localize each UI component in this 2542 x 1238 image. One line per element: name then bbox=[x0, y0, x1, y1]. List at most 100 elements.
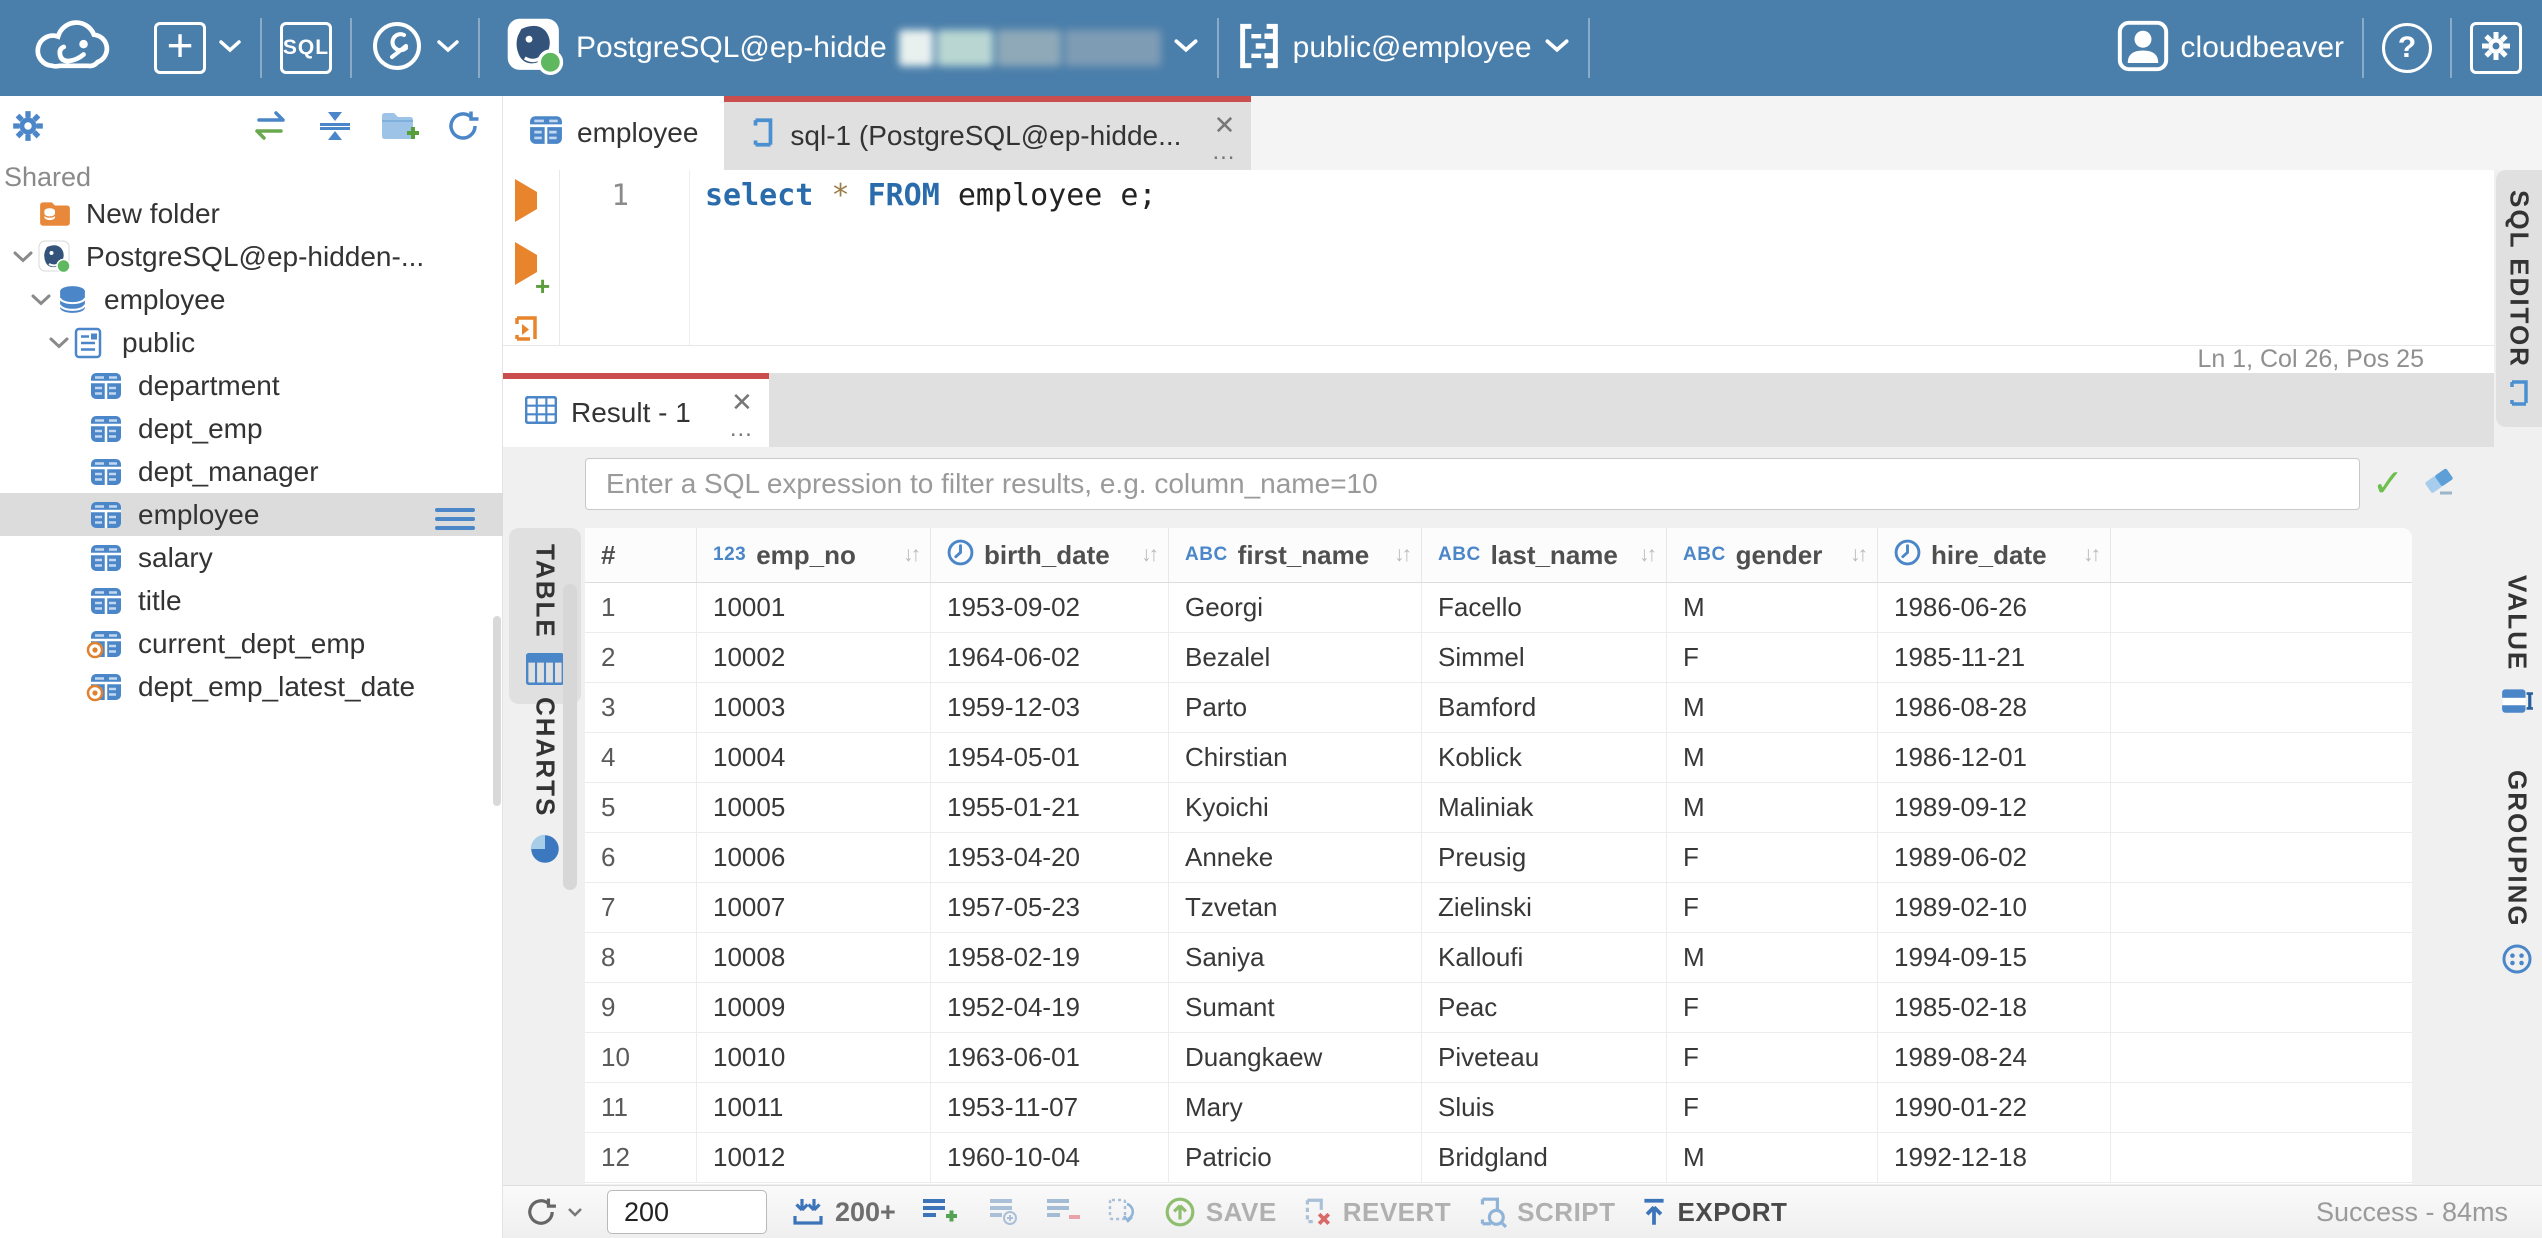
table-row[interactable]: 3 10003 1959-12-03 Parto Bamford M 1986-08-28 bbox=[585, 683, 2412, 733]
data-cell[interactable]: Zielinski bbox=[1422, 883, 1667, 932]
data-cell[interactable]: 10002 bbox=[697, 633, 931, 682]
column-header-last_name[interactable]: ABC last_name ↓↑ bbox=[1422, 528, 1667, 582]
add-row-button[interactable] bbox=[920, 1194, 958, 1231]
data-cell[interactable]: 1986-08-28 bbox=[1878, 683, 2111, 732]
schema-selector[interactable]: public@employee bbox=[1237, 22, 1570, 75]
save-button[interactable]: SAVE bbox=[1164, 1196, 1277, 1228]
tab-sql-editor-vertical[interactable]: SQL EDITOR bbox=[2496, 170, 2542, 427]
data-cell[interactable]: Piveteau bbox=[1422, 1033, 1667, 1082]
settings-button[interactable] bbox=[2470, 22, 2522, 74]
data-cell[interactable]: M bbox=[1667, 933, 1878, 982]
open-sql-editor-button[interactable]: SQL bbox=[280, 22, 332, 74]
table-row[interactable]: 12 10012 1960-10-04 Patricio Bridgland M 1992-… bbox=[585, 1133, 2412, 1183]
data-cell[interactable]: 10012 bbox=[697, 1133, 931, 1182]
data-cell[interactable]: Peac bbox=[1422, 983, 1667, 1032]
data-cell[interactable]: Bamford bbox=[1422, 683, 1667, 732]
data-cell[interactable]: 10005 bbox=[697, 783, 931, 832]
connection-selector[interactable]: PostgreSQL@ep-hidde bbox=[506, 17, 1199, 80]
table-row[interactable]: 10 10010 1963-06-01 Duangkaew Piveteau F 1989-… bbox=[585, 1033, 2412, 1083]
data-cell[interactable]: 10006 bbox=[697, 833, 931, 882]
tree-item-new-folder[interactable]: New folder bbox=[0, 192, 503, 235]
data-cell[interactable]: Sumant bbox=[1169, 983, 1422, 1032]
tree-item-title[interactable]: title bbox=[0, 579, 503, 622]
data-cell[interactable]: 10009 bbox=[697, 983, 931, 1032]
close-icon[interactable]: ✕ bbox=[731, 387, 753, 418]
data-cell[interactable]: 1989-06-02 bbox=[1878, 833, 2111, 882]
table-row[interactable]: 1 10001 1953-09-02 Georgi Facello M 1986-06-26 bbox=[585, 583, 2412, 633]
row-limit-input[interactable] bbox=[607, 1190, 767, 1234]
fetch-more-button[interactable]: 200+ bbox=[791, 1196, 896, 1228]
row-actions-menu-icon[interactable] bbox=[435, 503, 475, 535]
tree-item-public[interactable]: public bbox=[0, 321, 503, 364]
tree-item-dept-emp-latest-date[interactable]: dept_emp_latest_date bbox=[0, 665, 503, 708]
table-row[interactable]: 11 10011 1953-11-07 Mary Sluis F 1990-01-22 bbox=[585, 1083, 2412, 1133]
data-cell[interactable]: 1989-09-12 bbox=[1878, 783, 2111, 832]
duplicate-row-button[interactable] bbox=[982, 1194, 1020, 1231]
data-cell[interactable]: 10011 bbox=[697, 1083, 931, 1132]
collapse-all-icon[interactable] bbox=[317, 109, 353, 148]
data-cell[interactable]: 1985-02-18 bbox=[1878, 983, 2111, 1032]
tab-grouping[interactable]: GROUPING bbox=[2494, 770, 2540, 981]
data-cell[interactable]: 10003 bbox=[697, 683, 931, 732]
data-cell[interactable]: 1953-11-07 bbox=[931, 1083, 1169, 1132]
user-menu[interactable]: cloudbeaver bbox=[2117, 20, 2344, 77]
data-cell[interactable]: M bbox=[1667, 1133, 1878, 1182]
delete-row-button[interactable] bbox=[1044, 1194, 1082, 1231]
table-row[interactable]: 6 10006 1953-04-20 Anneke Preusig F 1989-06-02 bbox=[585, 833, 2412, 883]
sort-toggle-icon[interactable]: ↓↑ bbox=[2083, 543, 2101, 567]
data-cell[interactable]: Mary bbox=[1169, 1083, 1422, 1132]
data-cell[interactable]: M bbox=[1667, 733, 1878, 782]
column-header-hire_date[interactable]: hire_date ↓↑ bbox=[1878, 528, 2111, 582]
tab-employee[interactable]: employee bbox=[503, 96, 725, 170]
data-cell[interactable]: 10010 bbox=[697, 1033, 931, 1082]
tree-item-dept-manager[interactable]: dept_manager bbox=[0, 450, 503, 493]
expand-chevron-icon[interactable] bbox=[8, 250, 38, 263]
close-icon[interactable]: ✕ bbox=[1214, 110, 1236, 141]
data-cell[interactable]: Kalloufi bbox=[1422, 933, 1667, 982]
sidebar-scrollbar[interactable] bbox=[493, 616, 501, 806]
clear-filter-eraser-icon[interactable] bbox=[2423, 465, 2457, 502]
tab-value[interactable]: VALUE bbox=[2494, 575, 2540, 722]
data-cell[interactable]: M bbox=[1667, 583, 1878, 632]
table-row[interactable]: 2 10002 1964-06-02 Bezalel Simmel F 1985-11-21 bbox=[585, 633, 2412, 683]
data-cell[interactable]: 1955-01-21 bbox=[931, 783, 1169, 832]
data-cell[interactable]: 1954-05-01 bbox=[931, 733, 1169, 782]
tree-item-salary[interactable]: salary bbox=[0, 536, 503, 579]
data-cell[interactable]: Anneke bbox=[1169, 833, 1422, 882]
data-cell[interactable]: 10008 bbox=[697, 933, 931, 982]
data-cell[interactable]: 1989-02-10 bbox=[1878, 883, 2111, 932]
data-cell[interactable]: Kyoichi bbox=[1169, 783, 1422, 832]
data-cell[interactable]: 1960-10-04 bbox=[931, 1133, 1169, 1182]
data-cell[interactable]: 1994-09-15 bbox=[1878, 933, 2111, 982]
execute-new-tab-button[interactable]: + bbox=[515, 242, 550, 301]
filter-input[interactable] bbox=[585, 458, 2360, 510]
data-cell[interactable]: Bezalel bbox=[1169, 633, 1422, 682]
data-cell[interactable]: Saniya bbox=[1169, 933, 1422, 982]
grid-scrollbar[interactable] bbox=[563, 584, 577, 890]
data-cell[interactable]: 1957-05-23 bbox=[931, 883, 1169, 932]
apply-filter-check-icon[interactable]: ✓ bbox=[2372, 461, 2404, 506]
column-header-gender[interactable]: ABC gender ↓↑ bbox=[1667, 528, 1878, 582]
data-cell[interactable]: Patricio bbox=[1169, 1133, 1422, 1182]
data-cell[interactable]: Simmel bbox=[1422, 633, 1667, 682]
data-cell[interactable]: F bbox=[1667, 1083, 1878, 1132]
data-cell[interactable]: Chirstian bbox=[1169, 733, 1422, 782]
data-cell[interactable]: 1952-04-19 bbox=[931, 983, 1169, 1032]
data-cell[interactable]: Sluis bbox=[1422, 1083, 1667, 1132]
data-cell[interactable]: 1963-06-01 bbox=[931, 1033, 1169, 1082]
data-cell[interactable]: Tzvetan bbox=[1169, 883, 1422, 932]
execute-query-button[interactable] bbox=[515, 179, 537, 222]
data-cell[interactable]: 1964-06-02 bbox=[931, 633, 1169, 682]
data-cell[interactable]: 1989-08-24 bbox=[1878, 1033, 2111, 1082]
export-button[interactable]: EXPORT bbox=[1640, 1196, 1788, 1228]
tree-item-current-dept-emp[interactable]: current_dept_emp bbox=[0, 622, 503, 665]
data-cell[interactable]: Georgi bbox=[1169, 583, 1422, 632]
sort-toggle-icon[interactable]: ↓↑ bbox=[903, 543, 921, 567]
data-cell[interactable]: F bbox=[1667, 1033, 1878, 1082]
data-cell[interactable]: 10007 bbox=[697, 883, 931, 932]
new-connection-button[interactable]: + bbox=[154, 22, 242, 74]
sync-connection-icon[interactable] bbox=[249, 109, 291, 148]
table-row[interactable]: 5 10005 1955-01-21 Kyoichi Maliniak M 1989-09-… bbox=[585, 783, 2412, 833]
data-cell[interactable]: 1985-11-21 bbox=[1878, 633, 2111, 682]
refresh-tree-icon[interactable] bbox=[445, 108, 481, 149]
